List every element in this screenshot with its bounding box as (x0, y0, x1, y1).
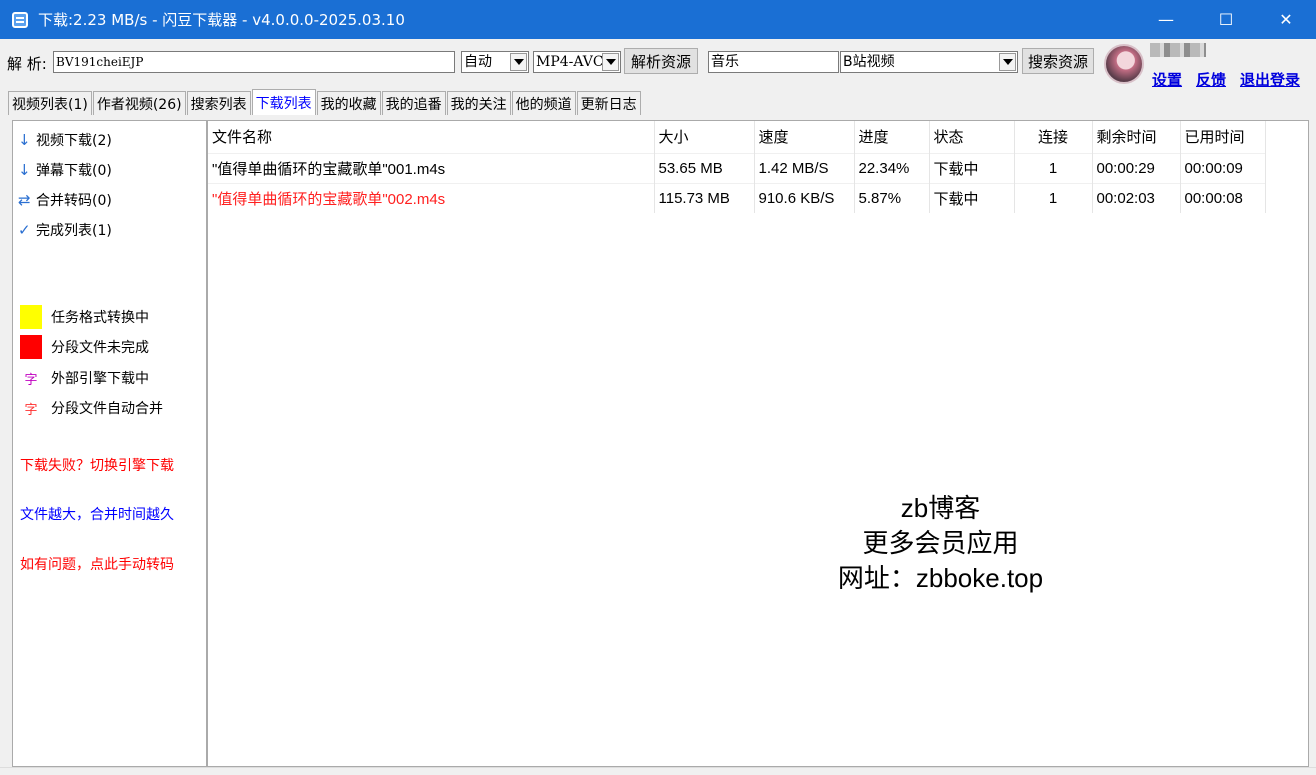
codec-select-value: MP4-AVC (536, 54, 604, 70)
maximize-button[interactable]: ☐ (1196, 0, 1256, 39)
tab-my-favorites[interactable]: 我的收藏 (316, 91, 381, 115)
download-list-panel: 文件名称 大小 速度 进度 状态 连接 剩余时间 已用时间 "值得单曲循环的宝藏… (207, 120, 1309, 767)
progress-cell: 5.87% (854, 182, 930, 213)
switch-engine-link[interactable]: 下载失败？切换引擎下载 (20, 455, 174, 475)
status-cell: 下载中 (929, 182, 1015, 213)
search-input[interactable]: 音乐 (708, 51, 839, 73)
col-speed[interactable]: 速度 (754, 121, 855, 153)
logout-link[interactable]: 退出登录 (1240, 69, 1300, 90)
remaining-cell: 00:00:29 (1092, 152, 1181, 183)
tab-download-list[interactable]: 下载列表 (251, 89, 316, 115)
download-table: 文件名称 大小 速度 进度 状态 连接 剩余时间 已用时间 "值得单曲循环的宝藏… (208, 121, 1266, 213)
col-progress[interactable]: 进度 (854, 121, 930, 153)
col-status[interactable]: 状态 (929, 121, 1015, 153)
tab-my-bangumi[interactable]: 我的追番 (381, 91, 446, 115)
connections-cell: 1 (1014, 152, 1093, 183)
legend-label: 分段文件未完成 (51, 340, 149, 356)
arrow-down-icon: ↓ (18, 131, 31, 149)
chevron-down-icon[interactable] (602, 53, 619, 71)
tab-changelog[interactable]: 更新日志 (576, 91, 641, 115)
sidebar-item-label: 视频下载(2) (36, 133, 112, 149)
status-strip (0, 767, 1316, 775)
manual-transcode-link[interactable]: 如有问题，点此手动转码 (20, 554, 174, 574)
toolbar: 解 析: BV191cheiEJP 自动 MP4-AVC 解析资源 音乐 B站视… (0, 39, 1316, 89)
parse-label: 解 析: (7, 55, 47, 73)
watermark-line: zb博客 (900, 493, 981, 523)
tab-my-following[interactable]: 我的关注 (446, 91, 511, 115)
sidebar-item-danmaku-download[interactable]: ↓ 弹幕下载(0) (18, 160, 112, 180)
legend-incomplete: 分段文件未完成 (20, 335, 149, 359)
close-button[interactable]: ✕ (1256, 0, 1316, 39)
check-icon: ✓ (18, 221, 31, 239)
arrow-down-icon: ↓ (18, 161, 31, 179)
elapsed-cell: 00:00:08 (1180, 182, 1266, 213)
swap-icon: ⇄ (18, 191, 31, 209)
yellow-swatch (20, 305, 42, 329)
quality-select-value: 自动 (464, 54, 492, 70)
file-name-cell: "值得单曲循环的宝藏歌单"002.m4s (208, 182, 655, 213)
char-glyph-icon: 字 (24, 372, 38, 388)
col-elapsed[interactable]: 已用时间 (1180, 121, 1266, 153)
title-bar: 下载:2.23 MB/s - 闪豆下载器 - v4.0.0.0-2025.03.… (0, 0, 1316, 39)
sidebar-item-completed[interactable]: ✓ 完成列表(1) (18, 220, 112, 240)
col-file-name[interactable]: 文件名称 (208, 121, 655, 153)
chevron-down-icon[interactable] (510, 53, 527, 71)
settings-link[interactable]: 设置 (1152, 69, 1182, 90)
progress-cell: 22.34% (854, 152, 930, 183)
col-remaining[interactable]: 剩余时间 (1092, 121, 1181, 153)
col-size[interactable]: 大小 (654, 121, 755, 153)
url-input[interactable]: BV191cheiEJP (53, 51, 455, 73)
minimize-button[interactable]: — (1136, 0, 1196, 39)
col-connections[interactable]: 连接 (1014, 121, 1093, 153)
site-select-value: B站视频 (843, 54, 895, 70)
legend-external-engine: 字 外部引擎下载中 (20, 368, 149, 388)
elapsed-cell: 00:00:09 (1180, 152, 1266, 183)
sidebar-item-label: 合并转码(0) (36, 193, 112, 209)
sidebar-item-label: 弹幕下载(0) (36, 163, 112, 179)
legend-label: 分段文件自动合并 (51, 401, 163, 417)
red-swatch (20, 335, 42, 359)
connections-cell: 1 (1014, 182, 1093, 213)
size-cell: 115.73 MB (654, 182, 755, 213)
watermark-line: 网址：zbboke.top (837, 563, 1044, 593)
codec-select[interactable]: MP4-AVC (533, 51, 621, 73)
legend-label: 外部引擎下载中 (51, 371, 149, 387)
search-resource-button[interactable]: 搜索资源 (1022, 48, 1094, 74)
tab-strip: 视频列表(1) 作者视频(26) 搜索列表 下载列表 我的收藏 我的追番 我的关… (8, 89, 642, 115)
size-cell: 53.65 MB (654, 152, 755, 183)
table-row[interactable]: "值得单曲循环的宝藏歌单"001.m4s 53.65 MB 1.42 MB/S … (208, 152, 1266, 183)
watermark-line: 更多会员应用 (862, 528, 1019, 558)
legend-converting: 任务格式转换中 (20, 305, 149, 329)
speed-cell: 1.42 MB/S (754, 152, 855, 183)
tab-search-list[interactable]: 搜索列表 (186, 91, 251, 115)
avatar[interactable] (1104, 44, 1144, 84)
merge-time-note: 文件越大，合并时间越久 (20, 507, 174, 523)
sidebar-item-merge-transcode[interactable]: ⇄ 合并转码(0) (18, 190, 112, 210)
speed-cell: 910.6 KB/S (754, 182, 855, 213)
char-glyph-icon: 字 (24, 402, 38, 418)
legend-auto-merge: 字 分段文件自动合并 (20, 398, 163, 418)
sidebar: ↓ 视频下载(2) ↓ 弹幕下载(0) ⇄ 合并转码(0) ✓ 完成列表(1) … (12, 120, 207, 767)
quality-select[interactable]: 自动 (461, 51, 529, 73)
username-blurred (1150, 43, 1206, 57)
feedback-link[interactable]: 反馈 (1196, 69, 1226, 90)
watermark: zb博客 更多会员应用 网址：zbboke.top (808, 491, 1073, 596)
table-row[interactable]: "值得单曲循环的宝藏歌单"002.m4s 115.73 MB 910.6 KB/… (208, 182, 1266, 213)
status-cell: 下载中 (929, 152, 1015, 183)
window-title: 下载:2.23 MB/s - 闪豆下载器 - v4.0.0.0-2025.03.… (38, 11, 405, 29)
sidebar-item-video-download[interactable]: ↓ 视频下载(2) (18, 130, 112, 150)
table-header: 文件名称 大小 速度 进度 状态 连接 剩余时间 已用时间 (208, 121, 1266, 153)
app-icon (12, 11, 28, 28)
legend-label: 任务格式转换中 (51, 310, 149, 326)
chevron-down-icon[interactable] (999, 53, 1016, 71)
parse-resource-button[interactable]: 解析资源 (624, 48, 698, 74)
file-name-cell: "值得单曲循环的宝藏歌单"001.m4s (208, 152, 655, 183)
remaining-cell: 00:02:03 (1092, 182, 1181, 213)
tab-his-channel[interactable]: 他的频道 (511, 91, 576, 115)
sidebar-item-label: 完成列表(1) (36, 223, 112, 239)
tab-author-videos[interactable]: 作者视频(26) (92, 91, 186, 115)
tab-video-list[interactable]: 视频列表(1) (8, 91, 92, 115)
site-select[interactable]: B站视频 (840, 51, 1018, 73)
